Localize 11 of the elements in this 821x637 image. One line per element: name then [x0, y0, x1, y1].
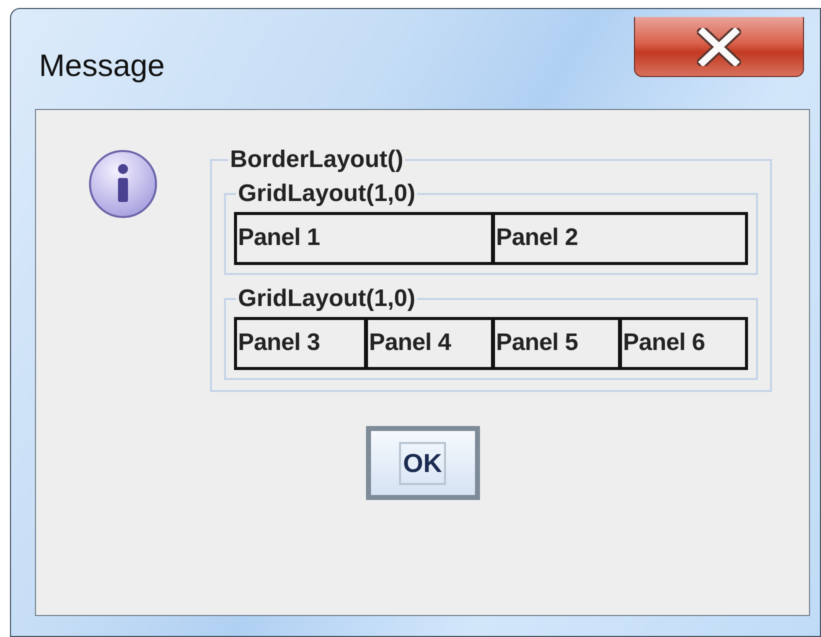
- group-title: BorderLayout(): [229, 146, 404, 174]
- panel-label: Panel 4: [364, 320, 491, 367]
- panel-label: Panel 1: [237, 223, 321, 253]
- panel-label: Panel 5: [491, 320, 618, 367]
- window-title: Message: [39, 48, 165, 84]
- panel-label: Panel 6: [618, 320, 745, 367]
- panel-label: Panel 2: [491, 215, 745, 262]
- ok-button[interactable]: OK: [366, 426, 480, 500]
- panel-label: Panel 3: [237, 328, 321, 358]
- group-title: GridLayout(1,0): [237, 285, 416, 313]
- group-title: GridLayout(1,0): [237, 180, 416, 208]
